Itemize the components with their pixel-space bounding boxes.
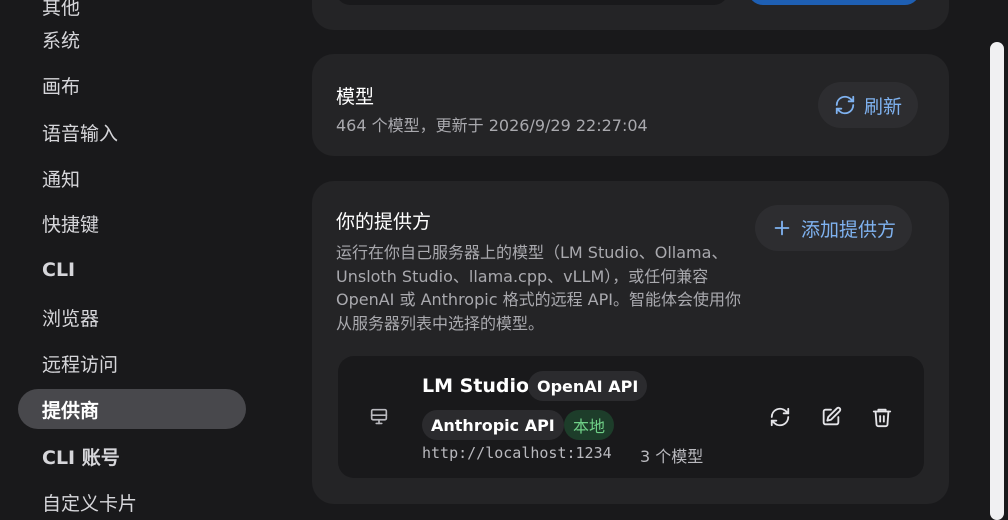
plus-icon [774,220,790,236]
provider-name: LM Studio [422,375,530,397]
providers-description: 运行在你自己服务器上的模型（LM Studio、Ollama、Unsloth S… [336,243,741,333]
scrollbar-thumb[interactable] [990,42,1004,520]
providers-card: 你的提供方 添加提供方 运行在你自己服务器上的模型（LM Studio、Olla… [312,181,949,504]
sidebar-item-remote-access[interactable]: 远程访问 [18,343,246,383]
text-input[interactable] [336,0,728,5]
sidebar-item-voice-input[interactable]: 语音输入 [18,112,246,152]
refresh-icon [835,95,855,115]
sidebar-item-browser[interactable]: 浏览器 [18,297,246,337]
scrollbar-track [990,0,1004,42]
tag-local: 本地 [564,410,615,440]
sidebar-item-providers[interactable]: 提供商 [18,389,246,429]
models-subtitle: 464 个模型，更新于 2026/9/29 22:27:04 [336,116,648,135]
add-provider-button[interactable]: 添加提供方 [755,205,913,251]
refresh-icon[interactable] [769,406,791,428]
models-title: 模型 [336,86,375,108]
add-provider-label: 添加提供方 [801,218,897,241]
sidebar-item-system[interactable]: 系统 [18,19,246,59]
sidebar-item-custom-cards[interactable]: 自定义卡片 [18,482,246,520]
tag-anthropic-api: Anthropic API [422,410,564,440]
sidebar-item-canvas[interactable]: 画布 [18,65,246,105]
server-icon [370,408,388,425]
primary-button[interactable] [748,0,920,5]
sidebar-item-cli-accounts[interactable]: CLI 账号 [18,436,246,476]
models-card: 模型 464 个模型，更新于 2026/9/29 22:27:04 刷新 [312,54,949,156]
provider-list-item: LM Studio OpenAI API Anthropic API 本地 ht… [338,356,924,478]
providers-title: 你的提供方 [336,211,432,233]
trash-icon[interactable] [871,406,893,428]
refresh-label: 刷新 [864,95,903,118]
top-card [312,0,949,30]
edit-icon[interactable] [820,406,842,428]
provider-model-count: 3 个模型 [640,447,704,466]
tag-openai-api: OpenAI API [528,371,648,401]
settings-sidebar: 其他 系统 画布 语音输入 通知 快捷键 CLI 浏览器 远程访问 提供商 CL… [0,0,270,520]
sidebar-item-shortcuts[interactable]: 快捷键 [18,203,246,243]
sidebar-item-cli[interactable]: CLI [18,250,246,290]
refresh-button[interactable]: 刷新 [818,82,919,128]
sidebar-item-notifications[interactable]: 通知 [18,158,246,198]
provider-url: http://localhost:1234 [422,444,612,462]
